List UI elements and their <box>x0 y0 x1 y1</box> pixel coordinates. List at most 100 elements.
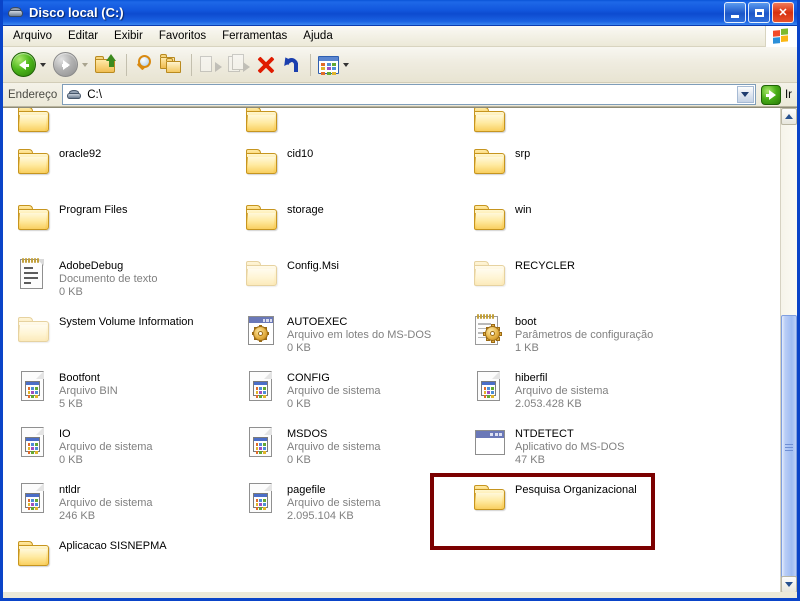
delete-button[interactable] <box>253 50 279 80</box>
file-item-meta: 0 KB <box>59 286 83 298</box>
file-item[interactable]: boot Parâmetros de configuração 1 KB <box>459 314 679 355</box>
file-item[interactable]: pagefile Arquivo de sistema 2.095.104 KB <box>231 482 451 523</box>
file-item[interactable]: Pesquisa Organizacional <box>459 482 679 523</box>
folder-icon <box>245 108 281 136</box>
file-row: IO Arquivo de sistema 0 KB MSDOS Arquivo de … <box>3 426 772 467</box>
scrollbar-track[interactable] <box>781 125 797 580</box>
file-item-icon <box>473 146 515 178</box>
file-item-name: oracle92 <box>59 148 102 160</box>
file-item-icon <box>17 258 59 292</box>
file-item[interactable]: CONFIG Arquivo de sistema 0 KB <box>231 370 451 411</box>
scroll-down-button[interactable] <box>781 576 797 592</box>
file-item[interactable]: IO Arquivo de sistema 0 KB <box>3 426 223 467</box>
file-item[interactable]: oracle92 <box>3 146 223 178</box>
address-dropdown-button[interactable] <box>736 86 754 103</box>
file-item[interactable] <box>459 108 679 136</box>
file-item[interactable]: Bootfont Arquivo BIN 5 KB <box>3 370 223 411</box>
file-item[interactable]: win <box>459 202 679 234</box>
file-item[interactable]: RECYCLER <box>459 258 679 299</box>
file-item[interactable]: MSDOS Arquivo de sistema 0 KB <box>231 426 451 467</box>
minimize-button[interactable] <box>724 2 746 23</box>
folder-icon <box>17 202 53 234</box>
explorer-window: Disco local (C:) ✕ Arquivo Editar Exibir… <box>0 0 800 601</box>
file-item[interactable]: System Volume Information <box>3 314 223 355</box>
file-item[interactable]: storage <box>231 202 451 234</box>
file-list[interactable]: oracle92 cid10 srp Program Files storage win A… <box>3 108 772 592</box>
text-document-icon <box>17 258 53 292</box>
file-item[interactable]: Aplicacao SISNEPMA <box>3 538 223 570</box>
file-item-text: ntldr Arquivo de sistema 246 KB <box>59 482 153 523</box>
back-dropdown-icon[interactable] <box>40 62 46 67</box>
menu-item-exibir[interactable]: Exibir <box>106 27 151 46</box>
vertical-scrollbar[interactable] <box>780 108 797 592</box>
file-item[interactable] <box>3 108 223 136</box>
forward-button[interactable] <box>51 50 80 80</box>
menu-item-arquivo[interactable]: Arquivo <box>5 27 60 46</box>
file-item-text: storage <box>287 202 324 217</box>
folder-icon <box>473 146 509 178</box>
forward-arrow-icon <box>53 52 78 77</box>
file-item[interactable] <box>231 108 451 136</box>
scrollbar-thumb[interactable] <box>781 315 797 580</box>
chevron-up-icon <box>785 114 793 119</box>
folder-icon <box>245 146 281 178</box>
menu-item-ferramentas[interactable]: Ferramentas <box>214 27 295 46</box>
views-dropdown-icon[interactable] <box>343 62 349 67</box>
file-item-icon <box>473 370 515 404</box>
address-input[interactable]: C:\ <box>62 84 756 105</box>
views-button[interactable] <box>316 50 341 80</box>
file-item[interactable]: Program Files <box>3 202 223 234</box>
go-button[interactable]: Ir <box>760 84 792 105</box>
undo-arrow-icon <box>280 54 303 75</box>
file-item-name: MSDOS <box>287 428 328 440</box>
file-row: AdobeDebug Documento de texto 0 KB Config.M… <box>3 258 772 299</box>
menu-item-editar[interactable]: Editar <box>60 27 106 46</box>
go-arrow-icon <box>760 84 781 105</box>
forward-dropdown-icon[interactable] <box>82 62 88 67</box>
file-row: Aplicacao SISNEPMA <box>3 538 772 570</box>
file-item-text: boot Parâmetros de configuração 1 KB <box>515 314 653 355</box>
folders-icon <box>160 54 184 75</box>
title-bar: Disco local (C:) ✕ <box>3 0 797 26</box>
undo-button[interactable] <box>279 50 305 80</box>
file-item-name: storage <box>287 204 324 216</box>
search-button[interactable] <box>132 50 158 80</box>
address-bar: Endereço C:\ Ir <box>3 83 797 107</box>
file-item-meta: 47 KB <box>515 454 545 466</box>
copy-to-button[interactable] <box>225 50 253 80</box>
file-item-icon <box>473 258 515 290</box>
file-item-text: srp <box>515 146 530 161</box>
up-button[interactable] <box>93 50 121 80</box>
file-item-name: pagefile <box>287 484 326 496</box>
scroll-up-button[interactable] <box>781 108 797 125</box>
window-title: Disco local (C:) <box>29 5 124 20</box>
file-item[interactable]: ntldr Arquivo de sistema 246 KB <box>3 482 223 523</box>
file-item-name: CONFIG <box>287 372 330 384</box>
copy-to-icon <box>227 54 251 75</box>
close-button[interactable]: ✕ <box>772 2 794 23</box>
file-item[interactable]: srp <box>459 146 679 178</box>
file-item[interactable]: Config.Msi <box>231 258 451 299</box>
file-item-meta: 0 KB <box>287 454 311 466</box>
file-item[interactable]: AUTOEXEC Arquivo em lotes do MS-DOS 0 KB <box>231 314 451 355</box>
file-item-name: AUTOEXEC <box>287 316 348 328</box>
file-item-meta: Arquivo de sistema <box>59 441 153 453</box>
folders-button[interactable] <box>158 50 186 80</box>
file-item-name: Pesquisa Organizacional <box>515 484 637 496</box>
file-item[interactable]: NTDETECT Aplicativo do MS-DOS 47 KB <box>459 426 679 467</box>
file-item-name: Config.Msi <box>287 260 339 272</box>
file-item-meta: 0 KB <box>287 342 311 354</box>
file-item-icon <box>17 538 59 570</box>
ms-dos-batch-icon <box>245 314 281 348</box>
file-item[interactable]: hiberfil Arquivo de sistema 2.053.428 KB <box>459 370 679 411</box>
file-item[interactable]: cid10 <box>231 146 451 178</box>
back-button[interactable] <box>9 50 38 80</box>
maximize-button[interactable] <box>748 2 770 23</box>
file-item-icon <box>245 426 287 460</box>
folder-hidden-icon <box>473 258 509 290</box>
menu-item-ajuda[interactable]: Ajuda <box>295 27 340 46</box>
file-item[interactable]: AdobeDebug Documento de texto 0 KB <box>3 258 223 299</box>
file-item-meta: 0 KB <box>59 454 83 466</box>
menu-item-favoritos[interactable]: Favoritos <box>151 27 214 46</box>
move-to-button[interactable] <box>197 50 225 80</box>
